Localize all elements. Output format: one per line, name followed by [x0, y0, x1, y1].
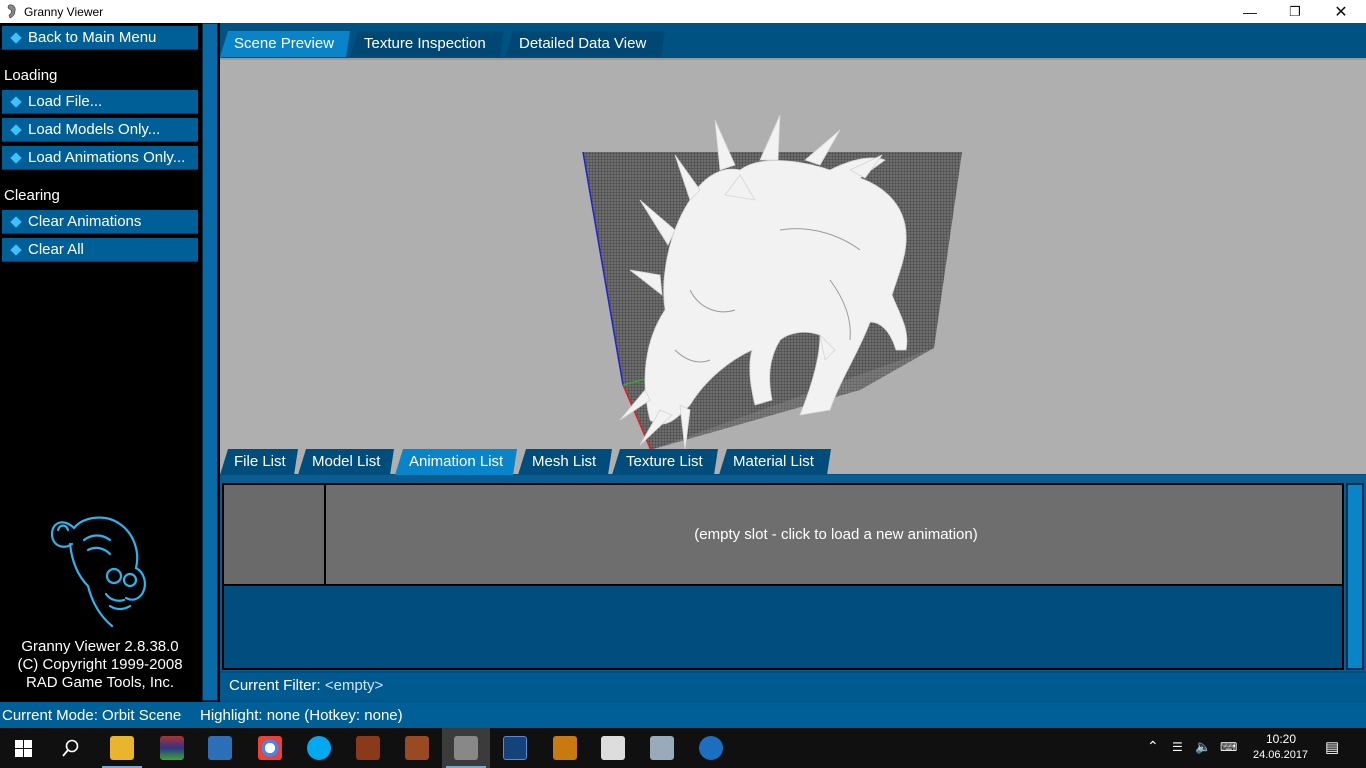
restore-button[interactable]: ❐ — [1272, 0, 1318, 23]
load-file-button[interactable]: Load File... — [2, 90, 198, 114]
copyright-text: (C) Copyright 1999-2008 — [17, 656, 183, 673]
tab-scene-preview[interactable]: Scene Preview — [220, 31, 350, 57]
empty-slot-text: (empty slot - click to load a new animat… — [694, 526, 978, 543]
bottom-tab-bar: File List Model List Animation List Mesh… — [220, 443, 1366, 475]
main-panel: Scene Preview Texture Inspection Detaile… — [220, 23, 1366, 702]
minimize-button[interactable]: — — [1227, 0, 1273, 23]
tab-file-list[interactable]: File List — [220, 449, 298, 475]
epack-icon[interactable] — [503, 736, 527, 760]
top-tab-bar: Scene Preview Texture Inspection Detaile… — [220, 23, 1366, 58]
sidebar: Back to Main Menu Loading Load File... L… — [0, 23, 200, 702]
granny-viewer-taskbar-icon[interactable] — [454, 736, 478, 760]
notifications-icon[interactable]: ▤ — [1325, 738, 1339, 756]
tab-texture-list[interactable]: Texture List — [612, 449, 718, 475]
chrome-icon[interactable] — [258, 736, 282, 760]
clear-animations-button[interactable]: Clear Animations — [2, 210, 198, 234]
scene-viewport[interactable] — [220, 58, 1366, 474]
tab-detailed-data-view[interactable]: Detailed Data View — [505, 31, 665, 57]
chevron-up-icon[interactable]: ⌃ — [1147, 738, 1159, 755]
current-mode-text: Current Mode: Orbit Scene — [2, 707, 182, 724]
diamond-bullet-icon — [10, 96, 22, 108]
company-text: RAD Game Tools, Inc. — [25, 674, 175, 691]
diamond-bullet-icon — [10, 152, 22, 164]
vertical-scrollbar[interactable] — [1346, 483, 1364, 670]
animation-list-area — [222, 586, 1344, 670]
load-animations-button[interactable]: Load Animations Only... — [2, 146, 198, 170]
diamond-bullet-icon — [10, 124, 22, 136]
tab-model-list[interactable]: Model List — [298, 449, 394, 475]
clock-date[interactable]: 24.06.2017 — [1253, 749, 1308, 761]
status-bar: Current Mode: Orbit Scene Highlight: non… — [0, 702, 1366, 728]
version-text: Granny Viewer 2.8.38.0 — [21, 638, 179, 655]
tab-texture-inspection[interactable]: Texture Inspection — [350, 31, 504, 57]
photos-icon[interactable] — [601, 736, 625, 760]
wifi-icon[interactable]: ☰ — [1172, 740, 1183, 754]
loading-header: Loading — [4, 67, 58, 84]
winrar-icon[interactable] — [160, 736, 184, 760]
keyboard-icon[interactable]: ⌨ — [1220, 740, 1237, 754]
tab-mesh-list[interactable]: Mesh List — [518, 449, 612, 475]
load-models-button[interactable]: Load Models Only... — [2, 118, 198, 142]
clock-time[interactable]: 10:20 — [1266, 732, 1296, 746]
skype-icon[interactable] — [307, 736, 331, 760]
minimize-icon: — — [1243, 3, 1257, 20]
load-file-label: Load File... — [28, 93, 103, 110]
load-animations-label: Load Animations Only... — [28, 149, 186, 166]
window-title: Granny Viewer — [24, 5, 104, 19]
close-button[interactable]: ✕ — [1318, 0, 1364, 23]
tab-animation-list[interactable]: Animation List — [395, 449, 517, 475]
filter-value: <empty> — [324, 677, 384, 694]
app-s-icon[interactable] — [699, 736, 723, 760]
load-models-label: Load Models Only... — [28, 121, 161, 138]
filter-bar: Current Filter: <empty> — [220, 673, 1366, 701]
clearing-header: Clearing — [4, 187, 60, 204]
back-label: Back to Main Menu — [28, 29, 157, 46]
sidebar-splitter[interactable] — [202, 23, 218, 701]
diamond-bullet-icon — [10, 244, 22, 256]
clear-all-label: Clear All — [28, 241, 84, 258]
granny-logo-icon — [50, 516, 146, 628]
restore-icon: ❐ — [1289, 3, 1301, 19]
game-app-icon-2[interactable] — [405, 736, 429, 760]
taskbar: ⌃ ☰ 🔈 ⌨ 10:20 24.06.2017 ▤ — [0, 728, 1366, 768]
monitor-app-icon[interactable] — [650, 736, 674, 760]
network-app-icon[interactable] — [208, 736, 232, 760]
animation-list-panel: (empty slot - click to load a new animat… — [220, 475, 1366, 671]
title-bar: Granny Viewer — ❐ ✕ — [0, 0, 1366, 23]
animation-slot[interactable]: (empty slot - click to load a new animat… — [222, 483, 1344, 586]
search-icon[interactable] — [62, 739, 80, 757]
granny-app-icon — [7, 4, 16, 19]
tab-material-list[interactable]: Material List — [719, 449, 831, 475]
close-icon: ✕ — [1334, 3, 1348, 21]
game-app-icon[interactable] — [356, 736, 380, 760]
volume-icon[interactable]: 🔈 — [1195, 739, 1211, 755]
animation-slot-thumbnail — [224, 485, 326, 584]
clear-all-button[interactable]: Clear All — [2, 238, 198, 262]
clear-animations-label: Clear Animations — [28, 213, 142, 230]
diamond-bullet-icon — [10, 32, 22, 44]
m2-icon[interactable] — [553, 736, 577, 760]
windows-start-icon[interactable] — [15, 740, 32, 757]
filter-label: Current Filter: — [229, 677, 321, 694]
scene-render — [582, 114, 962, 453]
highlight-text: Highlight: none (Hotkey: none) — [200, 707, 403, 724]
back-to-main-menu-button[interactable]: Back to Main Menu — [2, 26, 198, 50]
diamond-bullet-icon — [10, 216, 22, 228]
file-explorer-icon[interactable] — [110, 736, 134, 760]
